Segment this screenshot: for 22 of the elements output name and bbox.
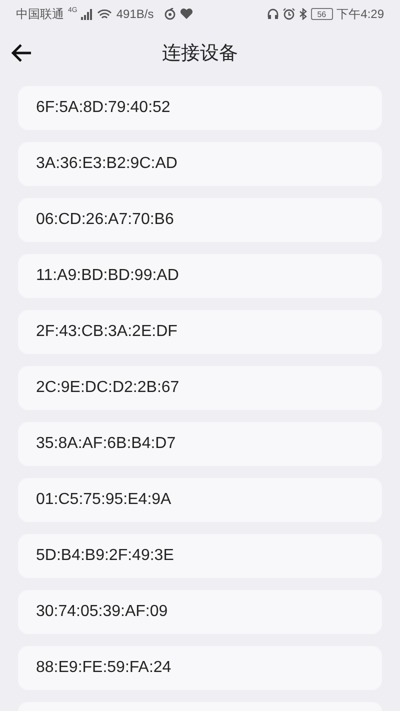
device-list-item[interactable]: 88:E9:FE:59:FA:24 [18,646,382,690]
device-list-item[interactable]: 2F:43:CB:3A:2E:DF [18,310,382,354]
device-list-item[interactable]: 6F:5A:8D:79:40:52 [18,86,382,130]
device-list-item[interactable]: 01:C5:75:95:E4:9A [18,478,382,522]
device-list-item[interactable]: 3A:36:E3:B2:9C:AD [18,142,382,186]
battery-icon: 56 [310,8,333,20]
wifi-icon [97,8,112,20]
page-title: 连接设备 [162,42,238,66]
device-list-item[interactable]: 06:CD:26:A7:70:B6 [18,198,382,242]
bluetooth-icon [298,8,307,20]
clock-text: 下午4:29 [336,6,384,22]
heart-icon [180,8,193,20]
signal-icon [81,8,94,20]
network-speed-text: 491B/s [116,7,154,21]
device-list-item[interactable]: 5D:B4:B9:2F:49:3E [18,534,382,578]
headphones-icon [266,8,279,20]
device-list-item[interactable]: 2C:9E:DC:D2:2B:67 [18,366,382,410]
device-list-item[interactable]: 11:A9:BD:BD:99:AD [18,254,382,298]
device-list-item[interactable]: 30:74:05:39:AF:09 [18,590,382,634]
device-list-item[interactable]: 35:8A:AF:6B:B4:D7 [18,422,382,466]
alarm-icon [282,8,295,20]
carrier-text: 中国联通 [16,6,64,22]
